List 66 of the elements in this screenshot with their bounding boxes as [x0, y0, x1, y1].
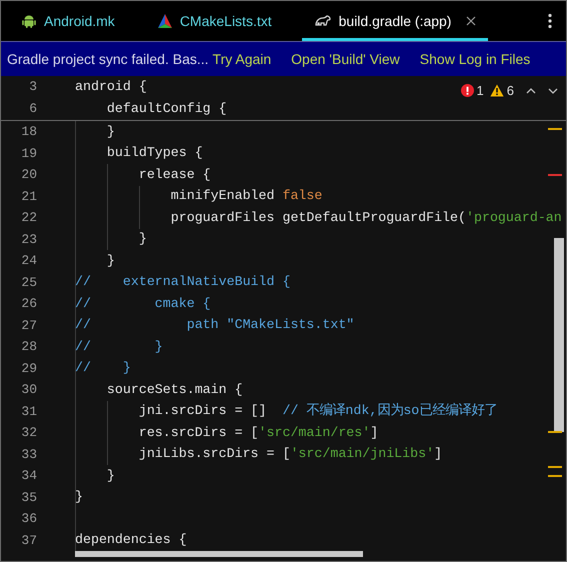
line-number: 31 [20, 402, 37, 420]
notification-link[interactable]: Try Again [212, 48, 272, 70]
more-options-icon[interactable] [548, 13, 552, 29]
code-line: // } [75, 338, 163, 356]
warning-marker[interactable] [548, 128, 562, 130]
line-number: 26 [20, 295, 37, 313]
notification-link[interactable]: Show Log in Files [420, 48, 530, 70]
warning-count[interactable]: 6 [506, 81, 514, 100]
code-line: } [138, 230, 147, 248]
line-number: 30 [20, 381, 37, 399]
horizontal-scrollbar-thumb[interactable] [75, 551, 363, 557]
line-number: 24 [20, 252, 37, 270]
chevron-down-icon[interactable] [548, 88, 558, 94]
code-line: } [106, 122, 115, 141]
line-number: 35 [20, 488, 37, 506]
code-line: android { [75, 78, 147, 96]
editor-tab[interactable]: CMakeLists.txt [144, 1, 284, 41]
code-line: // path "CMakeLists.txt" [75, 316, 354, 334]
error-count[interactable]: 1 [476, 81, 484, 100]
line-number: 27 [20, 316, 37, 334]
code-line: } [106, 466, 115, 485]
code-line: res.srcDirs = ['src/main/res'] [138, 424, 378, 442]
warning-icon [490, 84, 504, 98]
error-icon [460, 84, 474, 98]
code-line: } [75, 488, 83, 506]
line-number: 23 [20, 230, 37, 248]
close-icon[interactable] [466, 16, 476, 26]
code-line: } [106, 252, 115, 270]
chevron-up-icon[interactable] [526, 88, 536, 94]
notification-link[interactable]: Open 'Build' View [291, 48, 400, 70]
warning-marker[interactable] [548, 475, 562, 477]
line-number: 3 [28, 78, 37, 96]
code-line: dependencies { [75, 531, 187, 550]
code-line: defaultConfig { [106, 100, 227, 118]
line-number: 37 [20, 532, 37, 550]
line-number: 36 [20, 510, 37, 528]
code-line: jniLibs.srcDirs = ['src/main/jniLibs'] [138, 445, 442, 464]
line-number: 28 [20, 338, 37, 356]
line-number: 29 [20, 360, 37, 378]
code-line: // cmake { [75, 294, 211, 313]
error-marker[interactable] [548, 174, 562, 176]
line-number: 19 [20, 144, 37, 162]
editor-tab[interactable]: Android.mk [9, 1, 127, 41]
scrollbar-thumb[interactable] [554, 238, 564, 432]
code-line: minifyEnabled false [170, 187, 322, 206]
line-number: 22 [20, 209, 37, 227]
code-line: // externalNativeBuild { [75, 273, 290, 292]
code-line: sourceSets.main { [106, 380, 243, 399]
notification-message: Gradle project sync failed. Bas... [7, 50, 209, 69]
line-number: 25 [20, 274, 37, 292]
line-number: 33 [20, 446, 37, 464]
warning-marker[interactable] [548, 466, 562, 468]
robot-icon [21, 13, 37, 29]
line-number: 18 [20, 123, 37, 141]
code-line: // } [75, 359, 131, 378]
code-line: proguardFiles getDefaultProguardFile('proguard-an [170, 208, 562, 227]
line-number: 6 [28, 100, 37, 118]
warning-marker[interactable] [548, 431, 562, 433]
triangle-icon [156, 13, 173, 29]
line-number: 20 [20, 166, 37, 184]
line-number: 34 [20, 467, 37, 485]
line-number: 21 [20, 188, 37, 206]
code-line: jni.srcDirs = [] // 不编译ndk,因为so已经编译好了 [138, 402, 498, 420]
code-line: release { [138, 166, 211, 184]
line-number: 32 [20, 424, 37, 442]
code-line: buildTypes { [106, 144, 203, 162]
